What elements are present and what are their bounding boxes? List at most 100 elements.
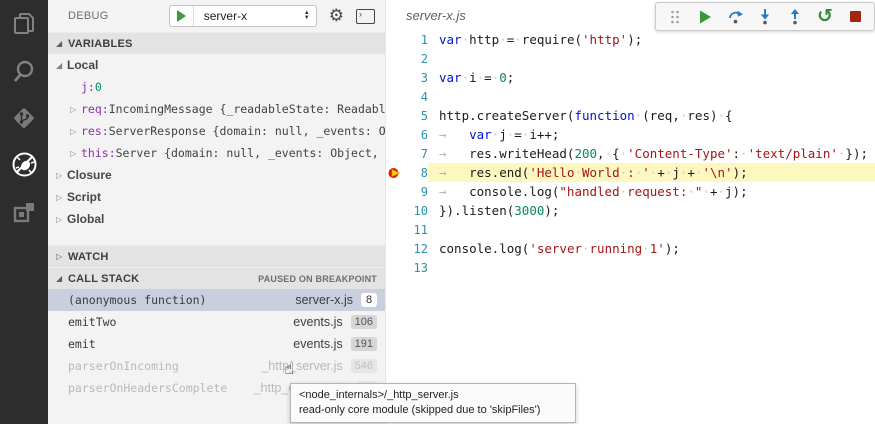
code-token: ;: [507, 70, 515, 85]
variable-row[interactable]: ▷res: ServerResponse {domain: null, _eve…: [48, 120, 385, 142]
stop-icon: [850, 11, 861, 22]
mouse-hand-cursor: ☝: [284, 359, 294, 379]
sidebar-item-source-control[interactable]: [0, 94, 48, 141]
chevron-collapsed-icon: ▷: [56, 193, 67, 202]
variable-scope-row[interactable]: ◢Local: [48, 54, 385, 76]
breakpoint-gutter[interactable]: [386, 49, 404, 68]
code-token: i: [469, 70, 477, 85]
frame-function-name: parserOnIncoming: [68, 359, 261, 373]
code-line: 10}).listen(3000);: [386, 201, 875, 220]
whitespace-dot: ·: [642, 241, 650, 256]
whitespace-dot: ·: [702, 184, 710, 199]
code-token: request:: [627, 184, 687, 199]
variable-scope-row[interactable]: ▷Script: [48, 186, 385, 208]
variable-name: this:: [81, 146, 116, 160]
variable-scope-row[interactable]: ▷Closure: [48, 164, 385, 186]
breakpoint-gutter[interactable]: [386, 87, 404, 106]
chevron-collapsed-icon: ▷: [56, 215, 67, 224]
variable-value: 0: [95, 80, 102, 94]
code-line: 13: [386, 258, 875, 277]
code-token: :: [733, 146, 741, 161]
call-stack-frame[interactable]: emitTwoevents.js106: [48, 311, 385, 333]
code-text: [428, 258, 875, 277]
code-token: res): [687, 108, 717, 123]
call-stack-frame[interactable]: parserOnIncoming_http_server.js546: [48, 355, 385, 377]
code-line: 1var·http·=·require('http');: [386, 30, 875, 49]
code-text: var·i·=·0;: [428, 68, 875, 87]
breakpoint-gutter[interactable]: [386, 144, 404, 163]
code-token: "handled: [559, 184, 619, 199]
breakpoint-gutter[interactable]: [386, 182, 404, 201]
code-token: {: [612, 146, 620, 161]
frame-line-badge: 106: [351, 315, 377, 329]
variable-row[interactable]: ▷req: IncomingMessage {_readableState: R…: [48, 98, 385, 120]
code-token: =: [484, 70, 492, 85]
chevron-collapsed-icon: ▷: [70, 149, 81, 158]
chevron-expanded-icon: ◢: [56, 61, 67, 70]
open-debug-console-button[interactable]: ›: [356, 9, 375, 24]
frame-file-name: server-x.js: [295, 293, 353, 307]
breakpoint-gutter[interactable]: [386, 68, 404, 87]
breakpoint-gutter[interactable]: [386, 125, 404, 144]
grip-icon: [669, 9, 681, 25]
variable-row[interactable]: j: 0: [48, 76, 385, 98]
sidebar-item-debug[interactable]: [0, 141, 48, 188]
code-line: 5http.createServer(function·(req,·res)·{: [386, 106, 875, 125]
code-token: console.log(: [439, 241, 529, 256]
code-text: →res.end('Hello·World·:·'·+·j·+·'\n');: [428, 163, 875, 182]
breakpoint-gutter[interactable]: [386, 30, 404, 49]
call-stack-frame[interactable]: emitevents.js191: [48, 333, 385, 355]
breakpoint-gutter[interactable]: [386, 239, 404, 258]
whitespace-dot: ·: [740, 146, 748, 161]
call-stack-section-header[interactable]: ◢ CALL STACK PAUSED ON BREAKPOINT: [48, 267, 385, 289]
chevron-collapsed-icon: ▷: [70, 105, 81, 114]
step-out-button[interactable]: [782, 5, 808, 29]
play-icon: [177, 10, 186, 22]
debug-panel-title: DEBUG: [68, 10, 109, 22]
code-text: }).listen(3000);: [428, 201, 875, 220]
frame-function-name: (anonymous function): [68, 293, 295, 307]
watch-section-header[interactable]: ▷ WATCH: [48, 245, 385, 267]
tooltip-note: read-only core module (skipped due to 's…: [299, 403, 567, 418]
breakpoint-gutter[interactable]: [386, 106, 404, 125]
line-number: 12: [404, 242, 428, 256]
sidebar-item-explorer[interactable]: [0, 0, 48, 47]
code-text: [428, 49, 875, 68]
sidebar-item-extensions[interactable]: [0, 188, 48, 235]
stop-button[interactable]: [842, 5, 868, 29]
sidebar-item-search[interactable]: [0, 47, 48, 94]
line-number: 11: [404, 223, 428, 237]
step-over-button[interactable]: [722, 5, 748, 29]
code-token: ,: [597, 146, 605, 161]
breakpoint-gutter[interactable]: [386, 163, 404, 182]
whitespace-dot: ·: [462, 70, 470, 85]
continue-button[interactable]: [692, 5, 718, 29]
variable-value: Server {domain: null, _events: Object, …: [116, 146, 385, 160]
code-line: 11: [386, 220, 875, 239]
variable-scope-row[interactable]: ▷Global: [48, 208, 385, 230]
variables-section-header[interactable]: ◢ VARIABLES: [48, 32, 385, 54]
console-icon: ›: [356, 9, 375, 24]
breakpoint-gutter[interactable]: [386, 258, 404, 277]
whitespace-dot: ·: [499, 32, 507, 47]
step-over-icon: [727, 8, 744, 25]
start-debug-button[interactable]: [170, 6, 194, 26]
launch-config-select[interactable]: server-x: [194, 9, 298, 23]
toolbar-drag-handle[interactable]: [662, 5, 688, 29]
breakpoint-gutter[interactable]: [386, 220, 404, 239]
call-stack-frame[interactable]: (anonymous function)server-x.js 8: [48, 289, 385, 311]
code-text: console.log('server·running·1');: [428, 239, 875, 258]
breakpoint-gutter[interactable]: [386, 201, 404, 220]
code-token: });: [845, 146, 868, 161]
tooltip-path: <node_internals>/_http_server.js: [299, 388, 567, 403]
variable-row[interactable]: ▷this: Server {domain: null, _events: Ob…: [48, 142, 385, 164]
call-stack-tooltip: <node_internals>/_http_server.js read-on…: [290, 383, 576, 423]
step-into-button[interactable]: [752, 5, 778, 29]
frame-line-badge: 8: [361, 293, 377, 307]
config-spinner-icon[interactable]: ▲ ▼: [298, 11, 316, 21]
configure-button[interactable]: ⚙: [329, 6, 344, 26]
restart-button[interactable]: ↺: [812, 5, 838, 29]
whitespace-dot: ·: [462, 32, 470, 47]
debug-sidebar: DEBUG server-x ▲ ▼ ⚙ › ◢ VARIABLES ◢Loca…: [48, 0, 385, 424]
code-area[interactable]: 1var·http·=·require('http');23var·i·=·0;…: [386, 30, 875, 277]
